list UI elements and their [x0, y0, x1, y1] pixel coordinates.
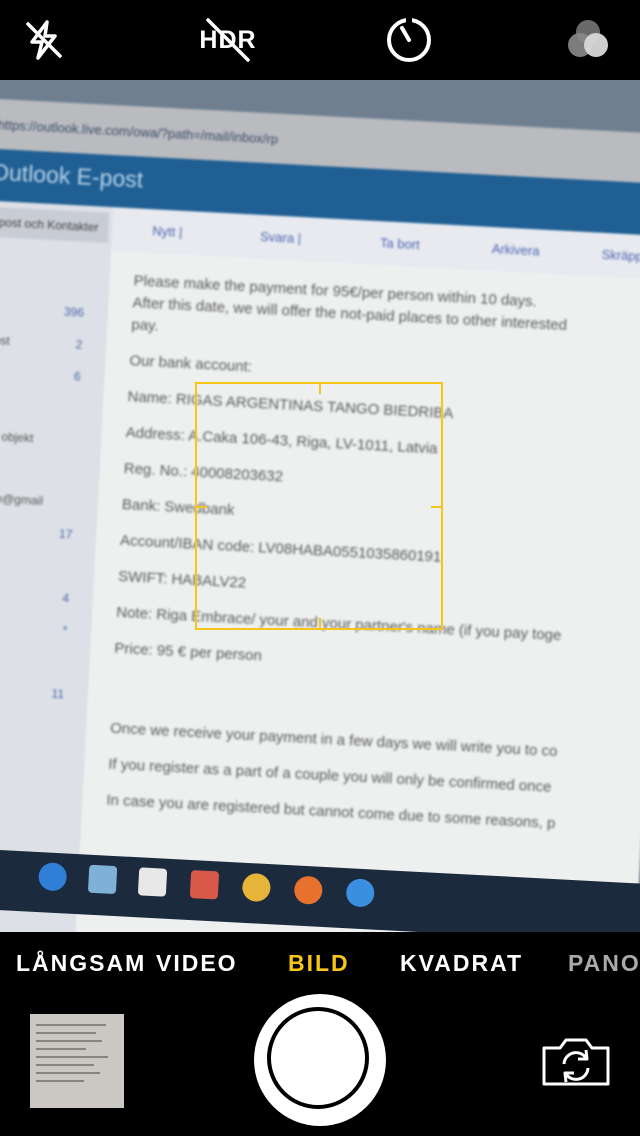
mode-kvadrat[interactable]: KVADRAT — [400, 950, 523, 977]
hdr-off-button[interactable]: HDR — [196, 14, 260, 66]
timer-icon[interactable] — [383, 14, 435, 66]
mode-bild[interactable]: BILD — [288, 950, 350, 977]
search-placeholder: E-post och Kontakter — [0, 214, 99, 235]
mode-video[interactable]: VIDEO — [156, 950, 238, 977]
focus-reticle — [195, 382, 443, 630]
new-button: Nytt | — [151, 223, 183, 240]
folder-item: fts — [0, 554, 85, 574]
folder-item: st — [0, 396, 93, 416]
shutter-inner — [267, 1007, 369, 1109]
email-line: Price: 95 € per person — [113, 639, 263, 665]
email-line: In case you are registered but cannot co… — [106, 791, 556, 833]
shutter-button[interactable] — [254, 994, 386, 1126]
flip-camera-icon[interactable] — [540, 1034, 612, 1088]
email-line: If you register as a part of a couple yo… — [107, 755, 552, 796]
camera-top-bar: HDR — [0, 0, 640, 80]
camera-viewfinder[interactable]: https://outlook.live.com/owa/?path=/mail… — [0, 80, 640, 932]
email-line: Once we receive your payment in a few da… — [109, 719, 558, 761]
folder-item: t6 — [73, 369, 81, 384]
explorer-icon — [87, 864, 118, 895]
filters-icon[interactable] — [562, 14, 614, 66]
mode-pano[interactable]: PANO — [568, 950, 640, 977]
firefox-icon — [293, 875, 324, 905]
folder-item: items* — [62, 623, 68, 638]
mode-langsam[interactable]: LÅNGSAM — [16, 950, 146, 977]
store-icon — [137, 867, 168, 897]
folder-item: st11 — [51, 686, 65, 702]
ie-icon — [345, 878, 375, 908]
folder-item: x4 — [61, 591, 70, 606]
delete-button: Ta bort — [379, 235, 421, 253]
archive-button: Arkivera — [491, 241, 540, 259]
app-icon — [189, 870, 220, 900]
app-title: Outlook E-post — [0, 158, 144, 193]
folder-item: apost 2 — [0, 332, 83, 352]
chrome-icon — [241, 872, 272, 903]
last-photo-thumbnail[interactable] — [30, 1014, 124, 1108]
folder-item: ag396 — [63, 304, 85, 320]
hdr-strike-icon — [206, 18, 250, 62]
folder-item: mail17 — [58, 526, 73, 542]
email-line: pay. — [130, 316, 160, 335]
flash-off-icon[interactable] — [18, 14, 70, 66]
folder-item: igna objekt — [0, 428, 34, 446]
folder-item: ed — [0, 650, 80, 670]
search-input: E-post och Kontakter — [0, 205, 110, 243]
junk-button: Skräppost — [601, 246, 640, 265]
camera-controls — [0, 994, 640, 1136]
address-url: https://outlook.live.com/owa/?path=/mail… — [0, 116, 279, 147]
folder-item: strom@gmail — [0, 490, 44, 508]
edge-icon — [37, 862, 68, 892]
reply-button: Svara | — [259, 228, 302, 247]
email-line: Our bank account: — [129, 352, 253, 376]
mode-selector[interactable]: LÅNGSAM VIDEO BILD KVADRAT PANO — [0, 932, 640, 994]
